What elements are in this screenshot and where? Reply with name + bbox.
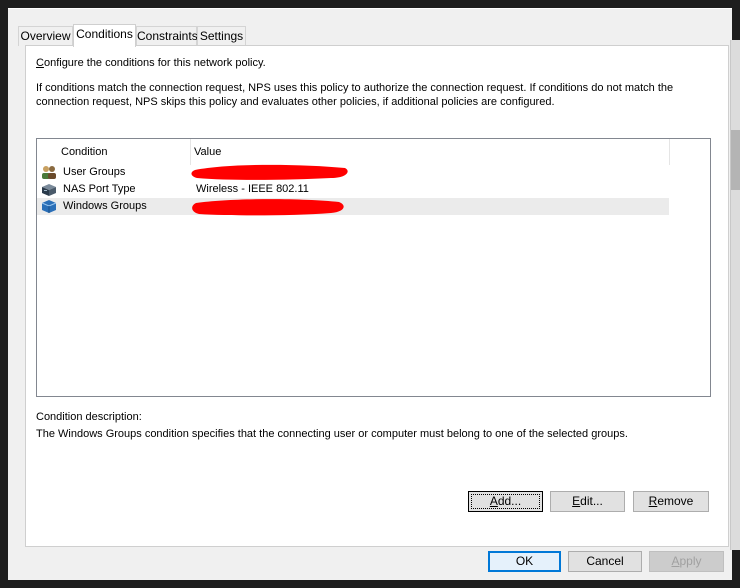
tab-settings-label: Settings xyxy=(199,29,244,43)
background-window-scrollbar[interactable] xyxy=(730,40,740,550)
conditions-explanation-line1: If conditions match the connection reque… xyxy=(36,82,674,94)
column-separator[interactable] xyxy=(669,139,670,165)
condition-name: NAS Port Type xyxy=(63,183,136,195)
condition-description-text: The Windows Groups condition specifies t… xyxy=(36,428,628,440)
condition-name: User Groups xyxy=(63,166,126,178)
user-groups-icon xyxy=(42,166,56,179)
tab-overview[interactable]: Overview xyxy=(18,26,73,46)
ok-button[interactable]: OK xyxy=(488,551,561,572)
tab-overview-label: Overview xyxy=(20,29,71,43)
dialog-edge xyxy=(8,8,732,9)
conditions-panel: Configure the conditions for this networ… xyxy=(25,45,729,547)
intro-mnemonic: C xyxy=(36,57,44,69)
intro-text: onfigure the conditions for this network… xyxy=(43,57,266,69)
conditions-intro: Configure the conditions for this networ… xyxy=(36,56,266,70)
apply-button[interactable]: Apply xyxy=(649,551,724,572)
edit-button[interactable]: Edit... xyxy=(550,491,625,512)
windows-groups-icon xyxy=(41,200,57,213)
redaction-mark xyxy=(191,164,348,180)
column-header-condition[interactable]: Condition xyxy=(37,139,190,165)
cancel-button[interactable]: Cancel xyxy=(568,551,642,572)
scrollbar-thumb[interactable] xyxy=(731,130,740,190)
condition-description-label: Condition description: xyxy=(36,411,142,423)
nas-port-icon xyxy=(42,184,56,196)
conditions-explanation-line2: connection request, NPS skips this polic… xyxy=(36,96,555,108)
redaction-mark xyxy=(192,199,344,216)
remove-button[interactable]: Remove xyxy=(633,491,709,512)
tab-settings[interactable]: Settings xyxy=(197,26,246,46)
condition-name: Windows Groups xyxy=(63,200,147,212)
condition-row-windows-groups[interactable]: Windows Groups xyxy=(37,198,669,216)
tab-constraints[interactable]: Constraints xyxy=(136,26,198,46)
conditions-list[interactable]: Condition Value User Groups NAS Port Typ… xyxy=(36,138,711,397)
tab-conditions-label: Conditions xyxy=(76,27,133,41)
add-button[interactable]: Add... xyxy=(468,491,543,512)
condition-row-nas-port-type[interactable]: NAS Port Type Wireless - IEEE 802.11 xyxy=(37,181,669,198)
tab-constraints-label: Constraints xyxy=(137,29,198,43)
list-header: Condition Value xyxy=(37,139,710,165)
tab-conditions[interactable]: Conditions xyxy=(73,24,136,47)
condition-row-user-groups[interactable]: User Groups xyxy=(37,164,669,181)
network-policy-properties-dialog: Overview Conditions Constraints Settings… xyxy=(8,8,732,580)
condition-value: Wireless - IEEE 802.11 xyxy=(196,183,309,195)
